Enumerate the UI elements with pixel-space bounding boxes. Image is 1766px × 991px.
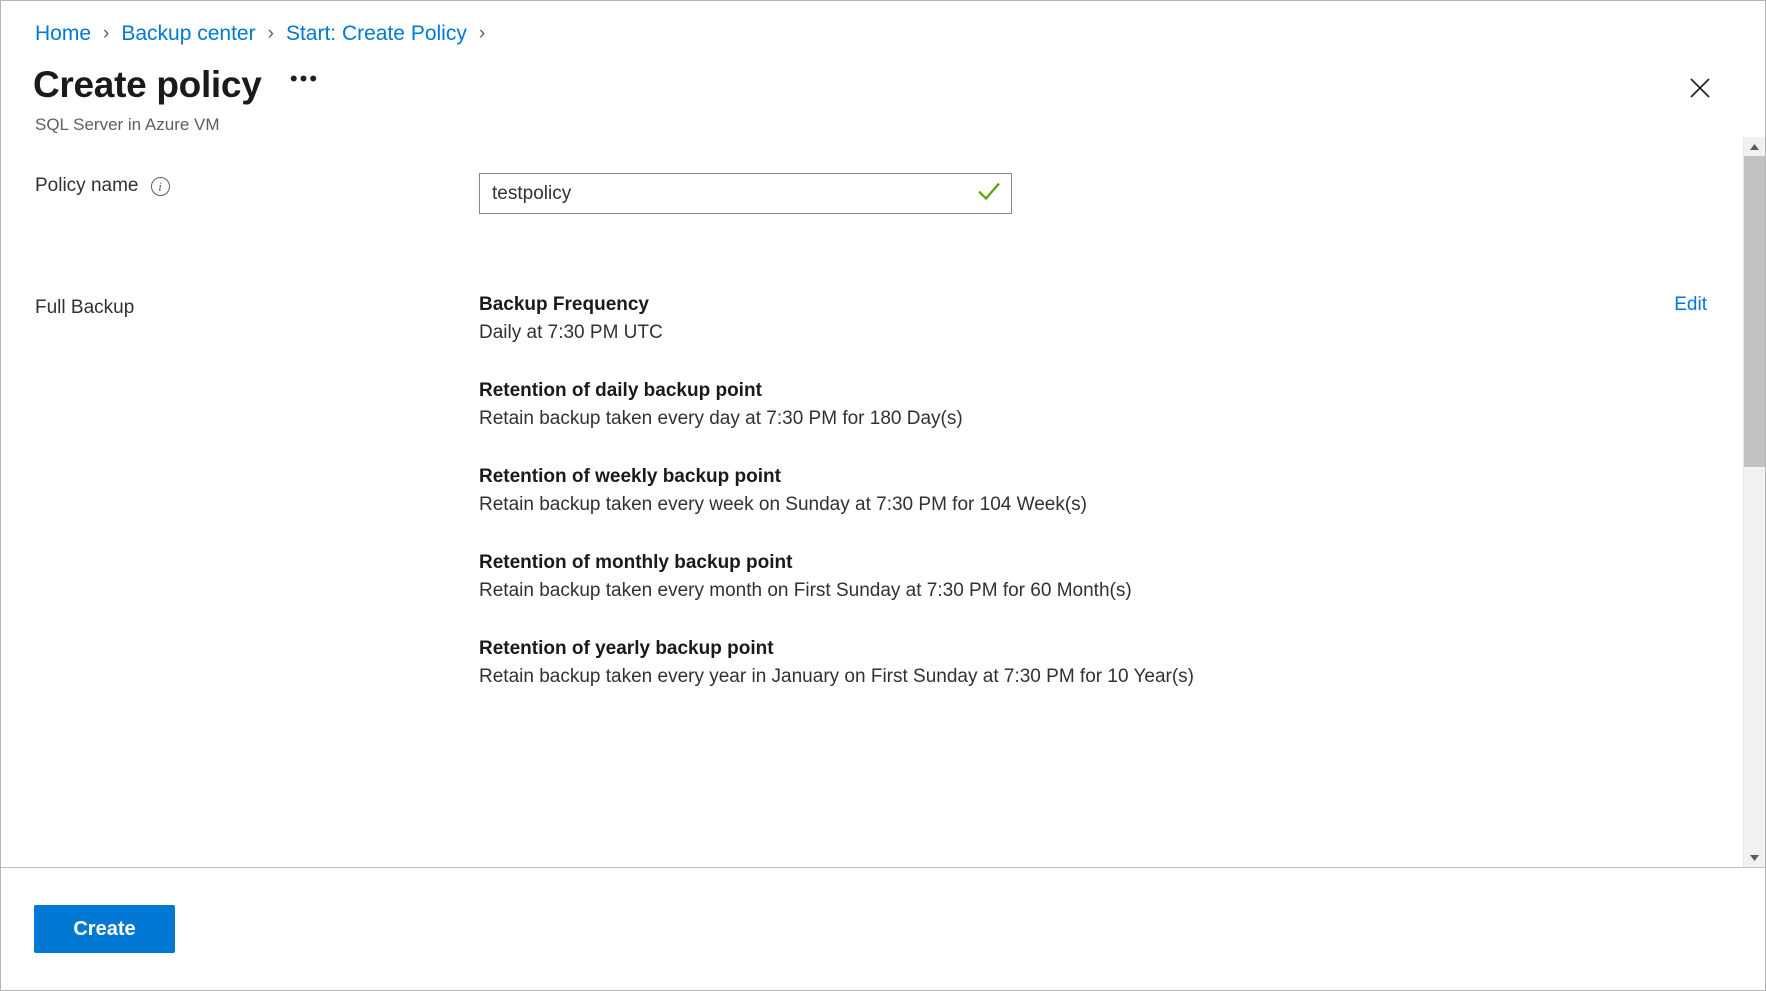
breadcrumb-item-start-create-policy[interactable]: Start: Create Policy [286, 19, 467, 49]
full-backup-row: Full Backup Backup Frequency Daily at 7:… [1, 291, 1743, 691]
detail-block: Retention of yearly backup point Retain … [479, 635, 1650, 691]
info-icon[interactable]: i [151, 177, 170, 196]
detail-heading: Retention of weekly backup point [479, 463, 1650, 490]
breadcrumb-separator-icon: › [268, 19, 274, 49]
detail-heading: Backup Frequency [479, 291, 1650, 318]
detail-text: Retain backup taken every week on Sunday… [479, 490, 1650, 519]
create-button[interactable]: Create [34, 905, 175, 953]
form-content: Policy name i Full Backup [1, 137, 1743, 867]
policy-name-textbox[interactable] [479, 173, 1012, 214]
detail-text: Retain backup taken every month on First… [479, 576, 1650, 605]
detail-heading: Retention of monthly backup point [479, 549, 1650, 576]
page-title: Create policy [33, 62, 261, 108]
scroll-up-icon[interactable] [1744, 137, 1765, 156]
blade-body: Policy name i Full Backup [1, 137, 1765, 867]
policy-name-row: Policy name i [1, 173, 1743, 214]
full-backup-label: Full Backup [35, 291, 479, 321]
detail-heading: Retention of daily backup point [479, 377, 1650, 404]
vertical-scrollbar[interactable] [1743, 137, 1765, 867]
detail-text: Retain backup taken every year in Januar… [479, 662, 1650, 691]
title-row: Create policy ••• [1, 61, 1765, 109]
detail-block: Retention of weekly backup point Retain … [479, 463, 1650, 519]
detail-heading: Retention of yearly backup point [479, 635, 1650, 662]
close-icon[interactable] [1683, 71, 1717, 105]
page-subtitle: SQL Server in Azure VM [1, 113, 1765, 137]
create-policy-blade: Home › Backup center › Start: Create Pol… [0, 0, 1766, 991]
breadcrumb-item-home[interactable]: Home [35, 19, 91, 49]
policy-name-label-group: Policy name i [35, 173, 479, 199]
detail-block: Retention of monthly backup point Retain… [479, 549, 1650, 605]
scroll-down-icon[interactable] [1744, 848, 1765, 867]
breadcrumb-separator-icon: › [103, 19, 109, 49]
edit-full-backup-link[interactable]: Edit [1674, 291, 1707, 318]
scrollbar-thumb[interactable] [1744, 156, 1765, 467]
blade-footer: Create [1, 867, 1765, 990]
scrollbar-track[interactable] [1744, 156, 1765, 848]
detail-block: Retention of daily backup point Retain b… [479, 377, 1650, 433]
policy-name-label: Policy name [35, 173, 139, 199]
full-backup-detail: Backup Frequency Daily at 7:30 PM UTC Re… [479, 291, 1743, 691]
detail-block: Backup Frequency Daily at 7:30 PM UTC [479, 291, 1650, 347]
breadcrumb-separator-icon: › [479, 19, 485, 49]
detail-text: Daily at 7:30 PM UTC [479, 318, 1650, 347]
detail-text: Retain backup taken every day at 7:30 PM… [479, 404, 1650, 433]
blade-header: Home › Backup center › Start: Create Pol… [1, 1, 1765, 137]
breadcrumb: Home › Backup center › Start: Create Pol… [1, 19, 1765, 49]
policy-name-input[interactable] [480, 174, 1011, 213]
more-options-icon[interactable]: ••• [287, 68, 321, 102]
breadcrumb-item-backup-center[interactable]: Backup center [121, 19, 255, 49]
full-backup-blocks: Backup Frequency Daily at 7:30 PM UTC Re… [479, 291, 1650, 691]
